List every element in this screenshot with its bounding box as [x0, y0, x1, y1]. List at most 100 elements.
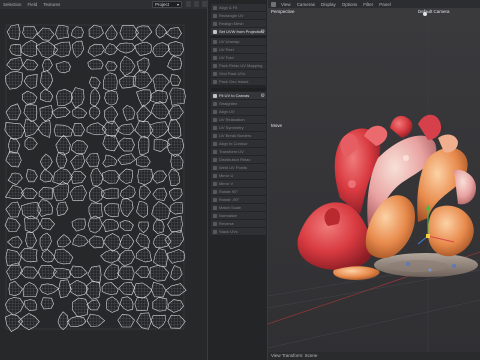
tool-icon [213, 102, 217, 106]
tool-label: Pack Relax UV Mapping [219, 63, 263, 68]
chevron-down-icon: ▾ [176, 2, 179, 7]
tool-item[interactable]: Rotate 90° [211, 188, 266, 196]
move-tool-label: Move [271, 123, 283, 128]
tool-item[interactable]: Pack Relax UV Mapping [211, 62, 266, 70]
tool-item[interactable]: Align & Fit [211, 4, 266, 12]
tool-label: Transform UV [219, 149, 244, 154]
uv-tools-panel: Align & Fit Rectangle UV Realign Mesh Set U… [207, 0, 268, 360]
uv-island[interactable] [104, 90, 119, 106]
tool-icon [213, 150, 217, 154]
tool-icon [213, 94, 217, 98]
menu-panel[interactable]: Panel [376, 2, 394, 7]
tool-icon [213, 182, 217, 186]
tool-label: UV Peel [219, 47, 234, 52]
tool-icon [213, 48, 217, 52]
lock-icon[interactable] [186, 1, 191, 7]
tool-item[interactable]: UV Symmetry [211, 124, 266, 132]
uv-island[interactable] [52, 268, 72, 280]
camera-name-label[interactable]: Default Camera [418, 9, 450, 14]
tool-item[interactable]: Fit UV to Canvas ⚙ [211, 92, 266, 100]
tool-icon [213, 22, 217, 26]
tool-item[interactable]: UV Fold [211, 54, 266, 62]
menu-options[interactable]: Options [339, 2, 361, 7]
menu-cameras[interactable]: Cameras [294, 2, 318, 7]
viewport-menu-icon[interactable] [271, 1, 276, 7]
uv-island[interactable] [134, 297, 150, 312]
tool-item[interactable]: Match Scale [211, 204, 266, 212]
tool-icon [213, 214, 217, 218]
tool-icon [213, 118, 217, 122]
tool-item[interactable]: Stack UVs [211, 228, 266, 236]
menu-field[interactable]: Field [25, 2, 41, 7]
tool-label: Distribution Relax [219, 157, 251, 162]
gear-icon[interactable]: ⚙ [261, 29, 265, 35]
gear-icon[interactable]: ⚙ [261, 93, 265, 99]
tool-icon [213, 64, 217, 68]
viewport-canvas[interactable] [268, 8, 480, 360]
tool-label: Straighten [219, 101, 238, 106]
tool-item[interactable]: UV Relaxation [211, 116, 266, 124]
uv-island[interactable] [169, 87, 186, 106]
tool-item[interactable]: Mirror U [211, 172, 266, 180]
uv-island[interactable] [55, 25, 69, 40]
tool-icon [213, 80, 217, 84]
tool-label: Match Scale [219, 205, 242, 210]
tool-label: Rotate -90° [219, 197, 240, 202]
uv-island[interactable] [168, 41, 185, 57]
grid-icon[interactable] [194, 1, 199, 7]
tool-item[interactable]: Align UV [211, 108, 266, 116]
tool-label: UV Unwrap [219, 39, 240, 44]
uv-island[interactable] [102, 72, 118, 92]
tool-icon [213, 222, 217, 226]
tool-label: UV Fold [219, 55, 234, 60]
tool-item[interactable]: Align to Contour [211, 140, 266, 148]
tool-icon [213, 142, 217, 146]
tool-icon [213, 40, 217, 44]
tool-item[interactable]: Rotate -90° [211, 196, 266, 204]
tool-item[interactable]: Reverse [211, 220, 266, 228]
uv-channel-select[interactable]: Project ▾ [152, 1, 182, 8]
tool-item[interactable]: Straighten [211, 100, 266, 108]
menu-filter[interactable]: Filter [360, 2, 376, 7]
tool-item[interactable]: Distribution Relax [211, 156, 266, 164]
menu-display[interactable]: Display [318, 2, 339, 7]
tool-label: Weld UV Points [219, 165, 247, 170]
tool-icon [213, 230, 217, 234]
tool-item[interactable]: Normalize [211, 212, 266, 220]
uv-canvas[interactable] [0, 9, 207, 360]
tool-icon [213, 190, 217, 194]
tool-item[interactable]: Transform UV [211, 148, 266, 156]
tool-item[interactable]: Mirror V [211, 180, 266, 188]
tool-icon [213, 30, 217, 34]
menu-textures[interactable]: Textures [40, 2, 63, 7]
menu-selection[interactable]: Selection [0, 2, 25, 7]
tool-label: Align & Fit [219, 5, 238, 10]
tool-item[interactable]: Rectangle UV [211, 12, 266, 20]
uv-island[interactable] [40, 297, 54, 310]
tool-item[interactable]: Weld UV Points [211, 164, 266, 172]
tool-label: Align to Contour [219, 141, 248, 146]
tool-item[interactable]: UV Unwrap [211, 38, 266, 46]
menu-view[interactable]: View [278, 2, 294, 7]
app-window: Selection Field Textures Project ▾ Align… [0, 0, 480, 360]
tool-item[interactable]: UV Peel [211, 46, 266, 54]
tool-separator [211, 88, 266, 91]
tool-item[interactable]: Pack Geo Island [211, 78, 266, 86]
tool-icon [213, 110, 217, 114]
uv-island[interactable] [137, 135, 150, 155]
tool-icon [213, 126, 217, 130]
tool-icon [213, 166, 217, 170]
tool-label: Stack UVs [219, 229, 238, 234]
tool-label: Normalize [219, 213, 238, 218]
tool-icon [213, 56, 217, 60]
tool-icon [213, 198, 217, 202]
tool-item[interactable]: UV Break Borders [211, 132, 266, 140]
tool-icon [213, 206, 217, 210]
tool-label: Set UVW from Projection [219, 29, 264, 34]
tool-item[interactable]: Realign Mesh [211, 20, 266, 28]
uv-island[interactable] [88, 202, 103, 219]
tool-label: Rotate 90° [219, 189, 238, 194]
tool-item[interactable]: Grid Pack UVs [211, 70, 266, 78]
tool-item[interactable]: Set UVW from Projection ⚙ [211, 28, 266, 36]
tool-label: Rectangle UV [219, 13, 244, 18]
